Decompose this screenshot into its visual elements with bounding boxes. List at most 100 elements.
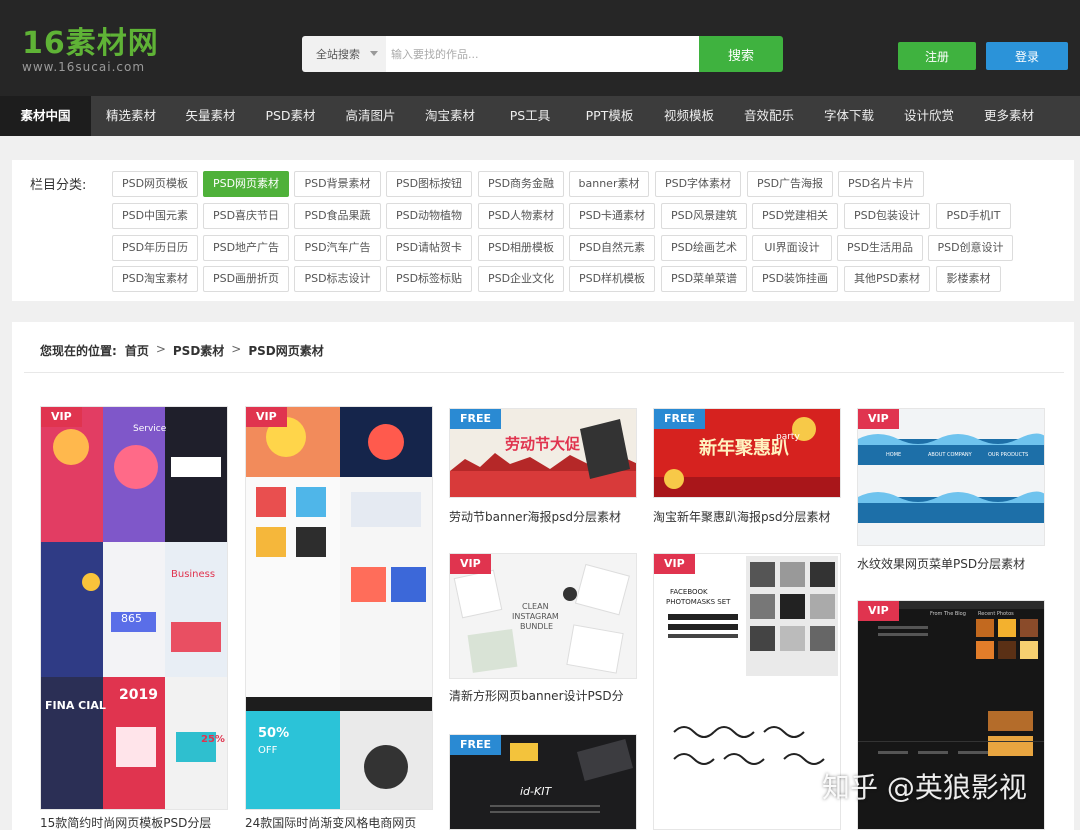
breadcrumb-psd[interactable]: PSD素材 bbox=[173, 342, 224, 359]
category-tag[interactable]: PSD创意设计 bbox=[928, 235, 1013, 261]
category-tag[interactable]: PSD包装设计 bbox=[844, 203, 930, 229]
thumb-text-financial: FINA CIAL bbox=[45, 699, 106, 712]
card-title[interactable]: 15款简约时尚网页模板PSD分层 bbox=[40, 814, 230, 830]
card-thumbnail[interactable]: HOME ABOUT COMPANY OUR PRODUCTS VIP bbox=[857, 408, 1045, 546]
thumb-text-labor: 劳动节大促 bbox=[505, 435, 581, 453]
breadcrumb-current[interactable]: PSD网页素材 bbox=[248, 342, 323, 359]
category-tag[interactable]: PSD手机IT bbox=[936, 203, 1011, 229]
breadcrumb-separator: > bbox=[231, 342, 242, 356]
card-title[interactable]: 清新方形网页banner设计PSD分 bbox=[449, 687, 639, 704]
category-tag[interactable]: PSD喜庆节日 bbox=[203, 203, 289, 229]
nav-item-taobao[interactable]: 淘宝素材 bbox=[410, 96, 490, 136]
thumbnail-image: FACEBOOK PHOTOMASKS SET bbox=[654, 554, 840, 829]
category-tag[interactable]: PSD图标按钮 bbox=[386, 171, 472, 197]
category-tag[interactable]: PSD网页模板 bbox=[112, 171, 198, 197]
nav-item-fonts[interactable]: 字体下载 bbox=[809, 96, 889, 136]
breadcrumb-separator: > bbox=[155, 342, 166, 356]
search-input[interactable] bbox=[386, 36, 699, 72]
thumb-text-865: 865 bbox=[121, 612, 142, 625]
category-tag[interactable]: PSD地产广告 bbox=[203, 235, 289, 261]
category-tag[interactable]: PSD装饰挂画 bbox=[752, 266, 838, 292]
category-tag[interactable]: PSD风景建筑 bbox=[661, 203, 747, 229]
thumb-text-home: HOME bbox=[886, 452, 901, 458]
thumb-text-50: 50% bbox=[258, 726, 289, 741]
category-tag[interactable]: PSD卡通素材 bbox=[569, 203, 655, 229]
thumb-text-25: 25% bbox=[201, 734, 225, 745]
divider bbox=[24, 372, 1064, 373]
nav-item-design[interactable]: 设计欣赏 bbox=[889, 96, 969, 136]
vip-badge: VIP bbox=[41, 407, 82, 427]
nav-item-featured[interactable]: 精选素材 bbox=[91, 96, 171, 136]
register-button[interactable]: 注册 bbox=[898, 42, 976, 70]
thumb-text-photomasks: PHOTOMASKS SET bbox=[666, 598, 731, 606]
card-title[interactable]: 劳动节banner海报psd分层素材 bbox=[449, 508, 639, 525]
breadcrumb-home[interactable]: 首页 bbox=[125, 342, 149, 359]
nav-item-vector[interactable]: 矢量素材 bbox=[171, 96, 250, 136]
category-tag[interactable]: PSD背景素材 bbox=[294, 171, 381, 197]
category-tag[interactable]: PSD食品果蔬 bbox=[294, 203, 381, 229]
material-card[interactable]: 新年聚惠趴 party FREE 淘宝新年聚惠趴海报psd分层素材 bbox=[653, 408, 843, 526]
thumbnail-image: HOME ABOUT COMPANY OUR PRODUCTS bbox=[858, 409, 1044, 545]
nav-item-psd[interactable]: PSD素材 bbox=[250, 96, 331, 136]
category-tag[interactable]: PSD字体素材 bbox=[655, 171, 741, 197]
vip-badge: VIP bbox=[858, 409, 899, 429]
card-thumbnail[interactable]: Service Business 865 2019 FINA CIAL 25% … bbox=[40, 406, 228, 810]
nav-item-ps-tools[interactable]: PS工具 bbox=[490, 96, 570, 136]
card-thumbnail[interactable]: 50% OFF VIP bbox=[245, 406, 433, 810]
thumb-text-blog: From The Blog bbox=[930, 611, 966, 617]
category-tag[interactable]: PSD绘画艺术 bbox=[661, 235, 747, 261]
search-scope-select[interactable]: 全站搜索 bbox=[302, 36, 386, 72]
card-thumbnail[interactable]: CLEAN INSTAGRAM BUNDLE VIP bbox=[449, 553, 637, 679]
card-title[interactable]: 淘宝新年聚惠趴海报psd分层素材 bbox=[653, 508, 843, 525]
category-tag[interactable]: PSD自然元素 bbox=[569, 235, 655, 261]
category-tag[interactable]: PSD年历日历 bbox=[112, 235, 198, 261]
material-card[interactable]: 劳动节大促 FREE 劳动节banner海报psd分层素材 bbox=[449, 408, 639, 526]
category-tag[interactable]: PSD人物素材 bbox=[478, 203, 564, 229]
category-tag[interactable]: PSD动物植物 bbox=[386, 203, 472, 229]
category-tag[interactable]: PSD生活用品 bbox=[837, 235, 923, 261]
site-logo[interactable]: 16素材网 www.16sucai.com bbox=[22, 26, 159, 74]
nav-item-video[interactable]: 视频模板 bbox=[649, 96, 729, 136]
category-tag[interactable]: PSD菜单菜谱 bbox=[661, 266, 747, 292]
nav-item-sucai-china[interactable]: 素材中国 bbox=[0, 96, 91, 136]
thumb-text-photos: Recent Photos bbox=[978, 611, 1014, 617]
category-tag[interactable]: PSD广告海报 bbox=[747, 171, 833, 197]
nav-item-audio[interactable]: 音效配乐 bbox=[729, 96, 809, 136]
category-tag[interactable]: 影楼素材 bbox=[936, 266, 1001, 292]
category-tag[interactable]: PSD汽车广告 bbox=[294, 235, 381, 261]
category-tag[interactable]: PSD名片卡片 bbox=[838, 171, 924, 197]
thumb-text-idkit: id-KIT bbox=[520, 785, 552, 798]
material-card[interactable]: id-KIT FREE bbox=[449, 734, 639, 830]
category-tag[interactable]: PSD请帖贺卡 bbox=[386, 235, 472, 261]
category-tag[interactable]: PSD中国元素 bbox=[112, 203, 198, 229]
category-tag[interactable]: PSD标志设计 bbox=[294, 266, 381, 292]
material-card[interactable]: CLEAN INSTAGRAM BUNDLE VIP 清新方形网页banner设… bbox=[449, 553, 639, 705]
category-tag[interactable]: PSD画册折页 bbox=[203, 266, 289, 292]
category-tag[interactable]: UI界面设计 bbox=[752, 235, 832, 261]
category-tag[interactable]: banner素材 bbox=[569, 171, 649, 197]
category-tag[interactable]: PSD党建相关 bbox=[752, 203, 838, 229]
material-card[interactable]: Service Business 865 2019 FINA CIAL 25% … bbox=[40, 406, 230, 830]
card-thumbnail[interactable]: 劳动节大促 FREE bbox=[449, 408, 637, 498]
category-tag[interactable]: PSD淘宝素材 bbox=[112, 266, 198, 292]
category-tag[interactable]: PSD样机模板 bbox=[569, 266, 655, 292]
card-title[interactable]: 水纹效果网页菜单PSD分层素材 bbox=[857, 555, 1047, 572]
material-card[interactable]: 50% OFF VIP 24款国际时尚渐变风格电商网页 bbox=[245, 406, 435, 830]
category-tag[interactable]: PSD企业文化 bbox=[478, 266, 564, 292]
nav-item-more[interactable]: 更多素材 bbox=[969, 96, 1049, 136]
material-card[interactable]: HOME ABOUT COMPANY OUR PRODUCTS VIP 水纹效果… bbox=[857, 408, 1047, 573]
card-thumbnail[interactable]: 新年聚惠趴 party FREE bbox=[653, 408, 841, 498]
search-button[interactable]: 搜索 bbox=[699, 36, 783, 72]
category-tag[interactable]: PSD商务金融 bbox=[478, 171, 564, 197]
category-tag[interactable]: 其他PSD素材 bbox=[844, 266, 930, 292]
card-thumbnail[interactable]: id-KIT FREE bbox=[449, 734, 637, 830]
card-thumbnail[interactable]: FACEBOOK PHOTOMASKS SET VIP bbox=[653, 553, 841, 830]
nav-item-hd-images[interactable]: 高清图片 bbox=[331, 96, 410, 136]
category-tag[interactable]: PSD标签标贴 bbox=[386, 266, 472, 292]
category-tag-active[interactable]: PSD网页素材 bbox=[203, 171, 289, 197]
category-tag[interactable]: PSD相册模板 bbox=[478, 235, 564, 261]
card-title[interactable]: 24款国际时尚渐变风格电商网页 bbox=[245, 814, 435, 830]
material-card[interactable]: FACEBOOK PHOTOMASKS SET VIP bbox=[653, 553, 843, 830]
nav-item-ppt[interactable]: PPT模板 bbox=[570, 96, 649, 136]
login-button[interactable]: 登录 bbox=[986, 42, 1068, 70]
